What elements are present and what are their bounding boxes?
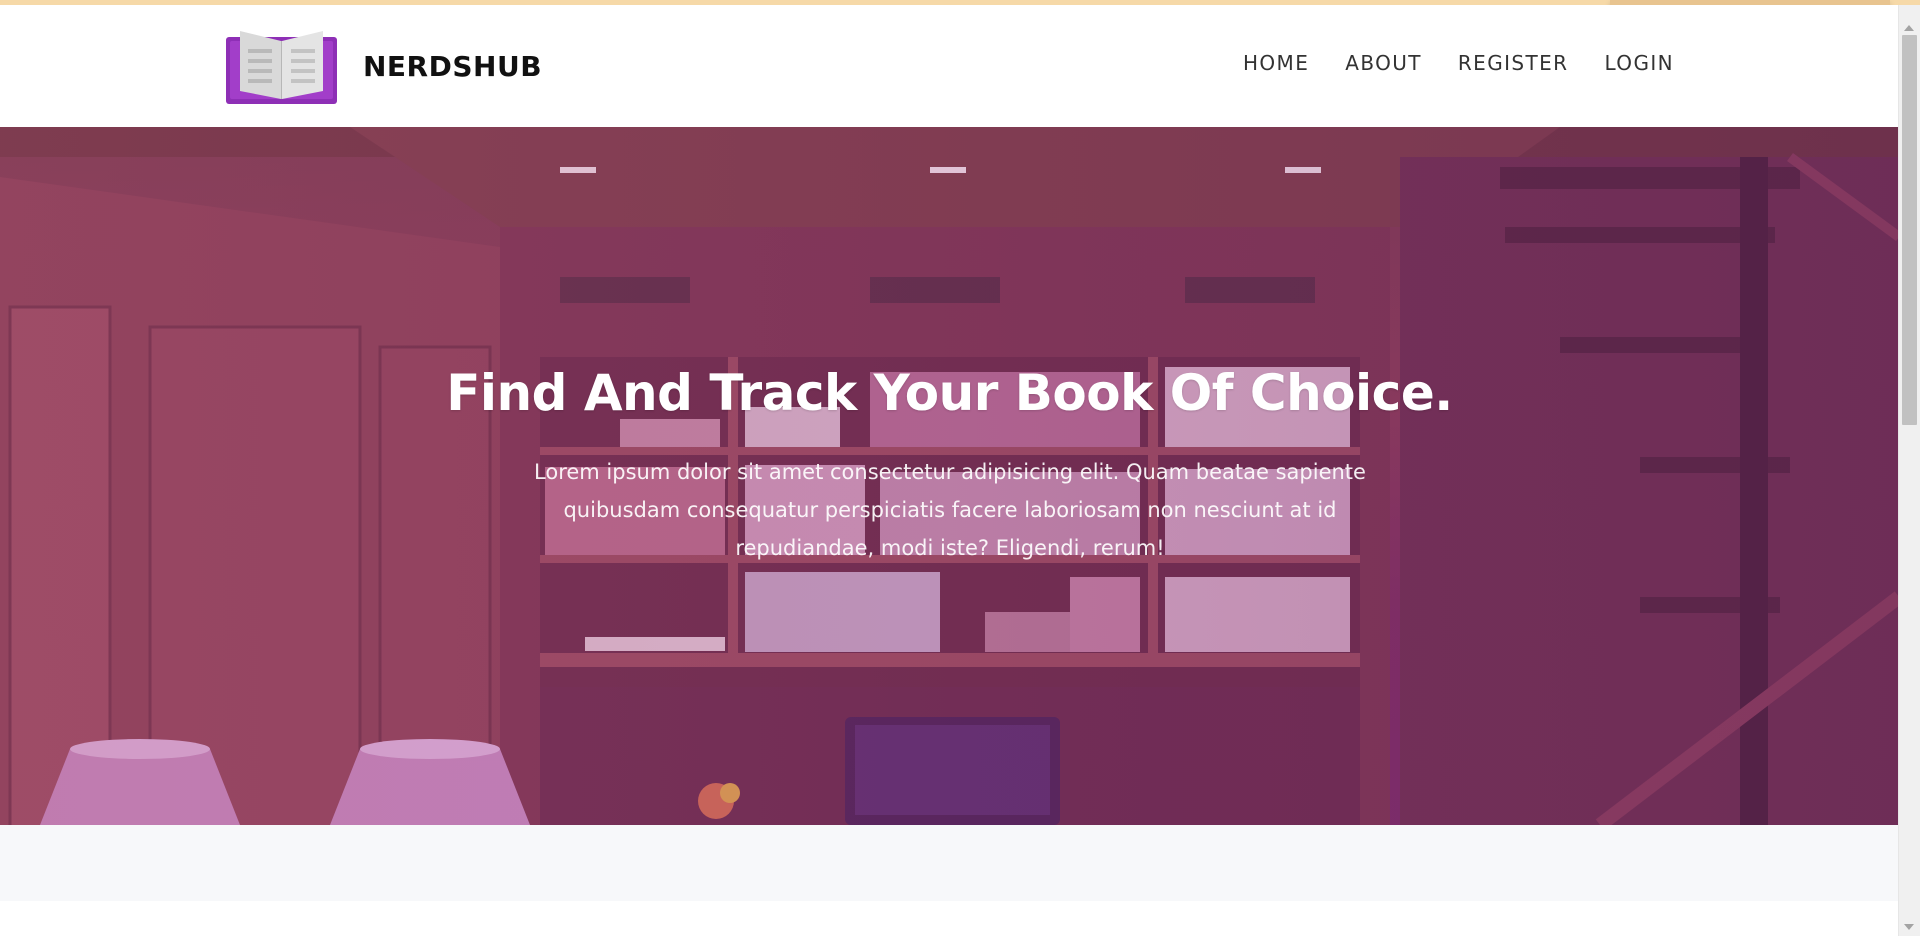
brand[interactable]: NERDSHUB — [226, 29, 542, 104]
brand-name[interactable]: NERDSHUB — [363, 50, 542, 83]
nav-link-login[interactable]: LOGIN — [1604, 51, 1674, 75]
section-band — [0, 825, 1899, 901]
navbar: NERDSHUB HOME ABOUT REGISTER LOGIN — [0, 5, 1899, 127]
vertical-scrollbar[interactable] — [1898, 5, 1920, 936]
hero-description: Lorem ipsum dolor sit amet consectetur a… — [534, 460, 1366, 560]
hero-section: Find And Track Your Book Of Choice. Lore… — [0, 127, 1899, 825]
nav-link-about[interactable]: ABOUT — [1345, 51, 1422, 75]
page: NERDSHUB HOME ABOUT REGISTER LOGIN Find … — [0, 0, 1920, 936]
main-nav: HOME ABOUT REGISTER LOGIN — [1243, 51, 1674, 75]
nav-link-register[interactable]: REGISTER — [1458, 51, 1569, 75]
scroll-up-arrow-icon[interactable] — [1904, 25, 1914, 31]
scroll-down-arrow-icon[interactable] — [1904, 924, 1914, 930]
hero-title: Find And Track Your Book Of Choice. — [446, 364, 1453, 422]
open-book-icon — [226, 29, 337, 104]
scrollbar-thumb[interactable] — [1902, 35, 1917, 425]
nav-link-home[interactable]: HOME — [1243, 51, 1309, 75]
